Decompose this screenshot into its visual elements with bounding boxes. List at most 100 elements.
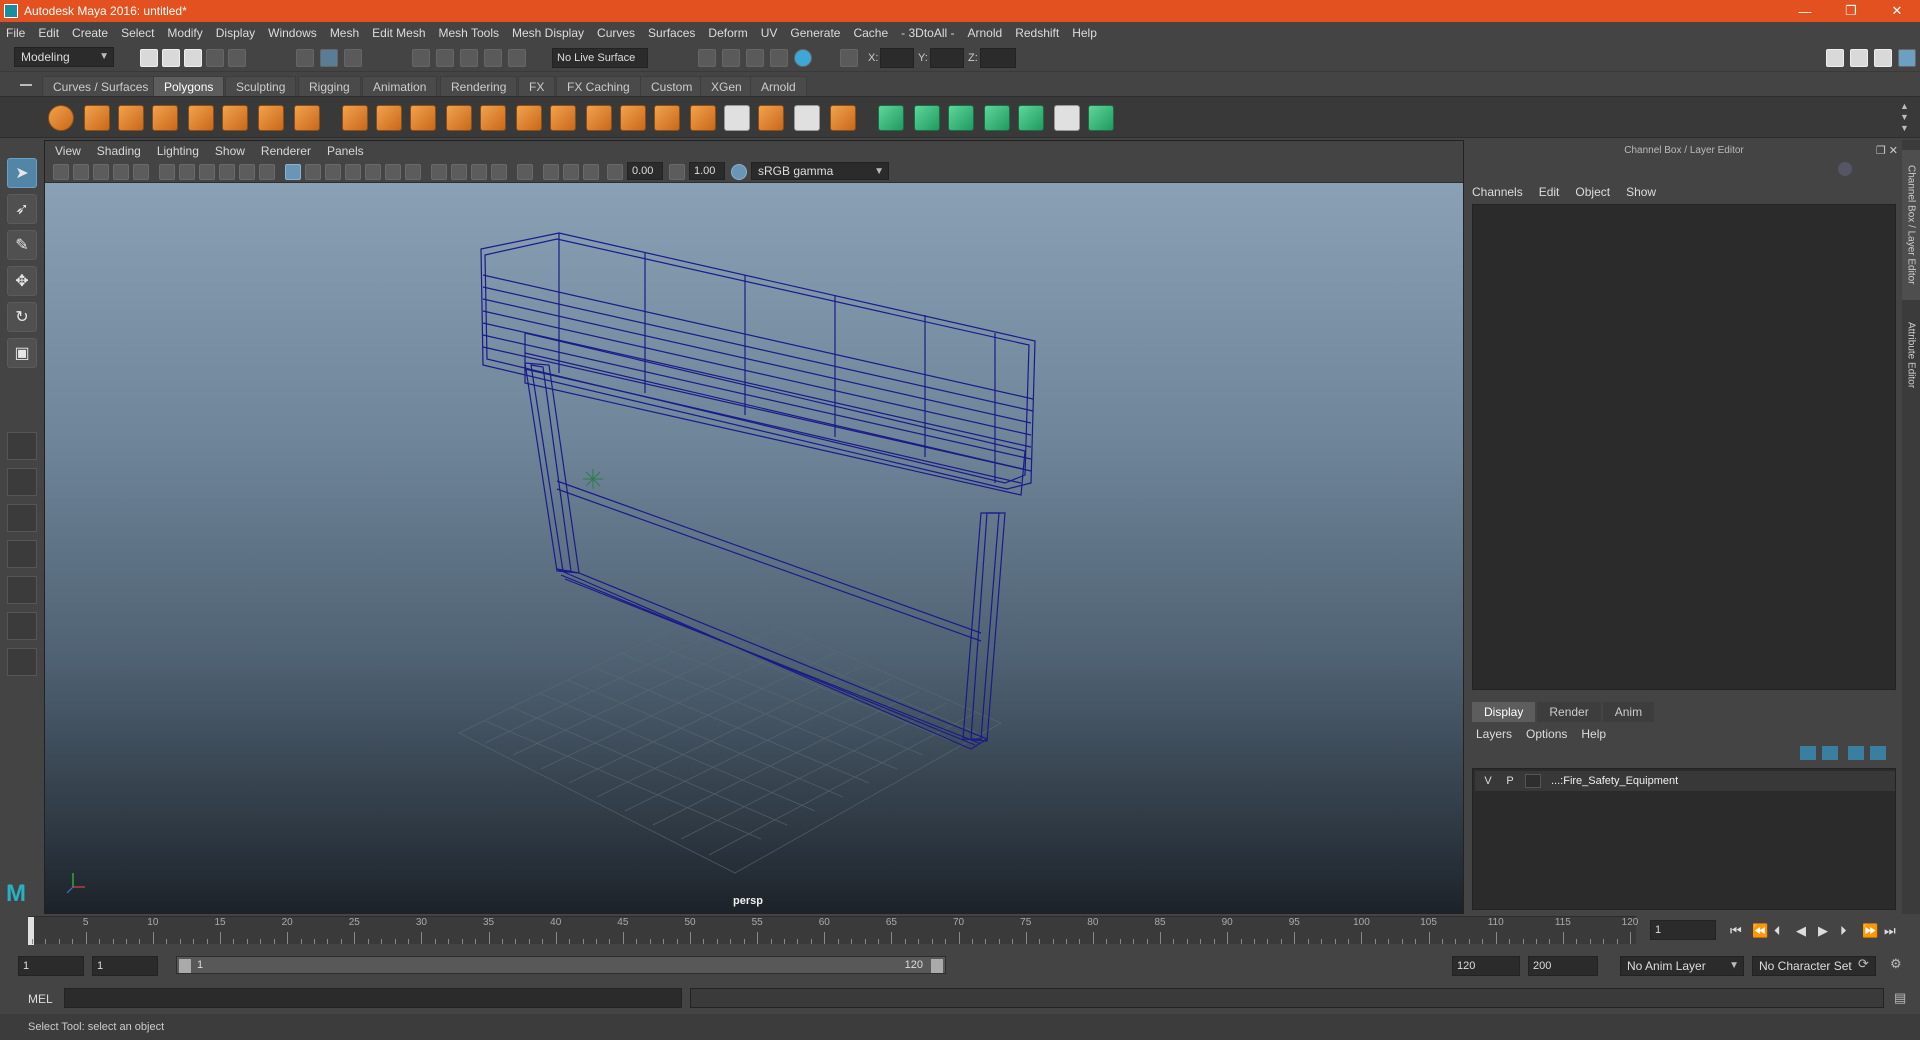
node-toggle-icon[interactable] [1838,162,1852,176]
layer-color-swatch[interactable] [1525,774,1541,788]
select-component-icon[interactable] [344,49,362,67]
resolution-gate-icon[interactable] [199,164,215,180]
redo-icon[interactable] [228,49,246,67]
planar-mapping-icon[interactable] [878,105,904,131]
attribute-editor-toggle-icon[interactable] [1850,49,1868,67]
select-hierarchy-icon[interactable] [296,49,314,67]
panel-menu-panels[interactable]: Panels [327,144,364,158]
color-management-icon[interactable] [731,164,747,180]
menu-create[interactable]: Create [72,26,108,40]
camera-attributes-icon[interactable] [73,164,89,180]
side-tab-attribute-editor[interactable]: Attribute Editor [1902,310,1920,400]
menu-mesh-display[interactable]: Mesh Display [512,26,584,40]
z-field[interactable] [980,48,1016,68]
custom-layout-icon[interactable] [7,648,37,676]
menu-help[interactable]: Help [1072,26,1097,40]
layer-menu-help[interactable]: Help [1581,727,1606,741]
playback-end-field[interactable]: 120 [1452,956,1520,976]
playback-start-field[interactable]: 1 [92,956,158,976]
cb-menu-object[interactable]: Object [1575,185,1610,199]
merge-icon[interactable] [830,105,856,131]
xray-joints-icon[interactable] [563,164,579,180]
animation-end-field[interactable]: 200 [1528,956,1598,976]
layer-tab-display[interactable]: Display [1472,702,1536,722]
use-all-lights-icon[interactable] [385,164,401,180]
menu-edit-mesh[interactable]: Edit Mesh [372,26,425,40]
command-language-label[interactable]: MEL [28,992,53,1006]
shelf-tab-polygons[interactable]: Polygons [153,76,225,96]
script-editor-icon[interactable]: ▤ [1894,990,1906,1006]
move-tool-icon[interactable]: ✥ [7,266,37,296]
render-settings-icon[interactable] [770,49,788,67]
wireframe-on-shaded-icon[interactable] [345,164,361,180]
anti-aliasing-icon[interactable] [471,164,487,180]
wireframe-icon[interactable] [285,164,301,180]
side-tab-channel-box[interactable]: Channel Box / Layer Editor [1902,150,1920,300]
current-time-indicator[interactable] [28,917,34,945]
default-material-icon[interactable] [325,164,341,180]
restore-button[interactable]: ❐ [1828,0,1874,22]
smooth-shade-icon[interactable] [305,164,321,180]
render-frame-icon[interactable] [722,49,740,67]
live-surface-field[interactable]: No Live Surface [552,48,648,68]
layer-visibility-toggle[interactable]: V [1479,775,1497,787]
menu-mesh-tools[interactable]: Mesh Tools [439,26,499,40]
xray-components-icon[interactable] [583,164,599,180]
poly-cone-icon[interactable] [152,105,178,131]
shadows-icon[interactable] [405,164,421,180]
layer-menu-layers[interactable]: Layers [1476,727,1512,741]
four-view-layout-icon[interactable] [7,468,37,496]
unfold-uv-icon[interactable] [1088,105,1114,131]
insert-edge-loop-icon[interactable] [724,105,750,131]
persp-outliner-layout-icon[interactable] [7,504,37,532]
cb-menu-channels[interactable]: Channels [1472,185,1523,199]
menu-select[interactable]: Select [121,26,154,40]
panel-menu-show[interactable]: Show [215,144,245,158]
bookmark-icon[interactable] [93,164,109,180]
target-weld-icon[interactable] [758,105,784,131]
shelf-tab-arnold[interactable]: Arnold [750,76,807,96]
menu-deform[interactable]: Deform [708,26,747,40]
combine-icon[interactable] [342,105,368,131]
panel-menu-lighting[interactable]: Lighting [157,144,199,158]
open-scene-icon[interactable] [162,49,180,67]
new-scene-icon[interactable] [140,49,158,67]
minimize-button[interactable]: — [1782,0,1828,22]
shelf-tab-animation[interactable]: Animation [362,76,438,96]
menuset-dropdown[interactable]: Modeling ▼ [14,47,114,67]
safe-action-icon[interactable] [259,164,275,180]
shelf-scroll-icon[interactable]: ▲ ▼ ▼ [1900,101,1909,134]
shelf-tab-rendering[interactable]: Rendering [440,76,518,96]
shelf-tab-fx-caching[interactable]: FX Caching [556,76,641,96]
hypershade-icon[interactable] [794,49,812,67]
transform-mode-icon[interactable] [840,49,858,67]
save-scene-icon[interactable] [184,49,202,67]
new-layer-selected-icon[interactable] [1870,746,1886,760]
separate-icon[interactable] [376,105,402,131]
isolate-select-icon[interactable] [517,164,533,180]
gamma-field[interactable]: 1.00 [689,162,725,180]
go-to-end-icon[interactable]: ⏭ [1884,923,1896,939]
menu-redshift[interactable]: Redshift [1015,26,1059,40]
film-gate-icon[interactable] [179,164,195,180]
bridge-icon[interactable] [586,105,612,131]
smooth-icon[interactable] [410,105,436,131]
modeling-toolkit-icon[interactable] [1826,49,1844,67]
range-start-handle[interactable] [179,959,191,973]
menu-file[interactable]: File [6,26,25,40]
append-polygon-icon[interactable] [620,105,646,131]
y-field[interactable] [930,48,964,68]
animation-prefs-icon[interactable]: ⚙ [1890,956,1902,972]
exposure-field[interactable]: 0.00 [627,162,663,180]
layer-menu-options[interactable]: Options [1526,727,1567,741]
select-tool-icon[interactable]: ➤ [7,158,37,188]
layer-row[interactable]: V P ...:Fire_Safety_Equipment [1475,771,1895,791]
automatic-mapping-icon[interactable] [984,105,1010,131]
fill-hole-icon[interactable] [654,105,680,131]
quad-draw-icon[interactable] [794,105,820,131]
move-layer-down-icon[interactable] [1822,746,1838,760]
menu-mesh[interactable]: Mesh [330,26,359,40]
perspective-viewport[interactable]: persp [45,183,1463,913]
ipr-render-icon[interactable] [746,49,764,67]
layer-name[interactable]: ...:Fire_Safety_Equipment [1551,775,1678,787]
